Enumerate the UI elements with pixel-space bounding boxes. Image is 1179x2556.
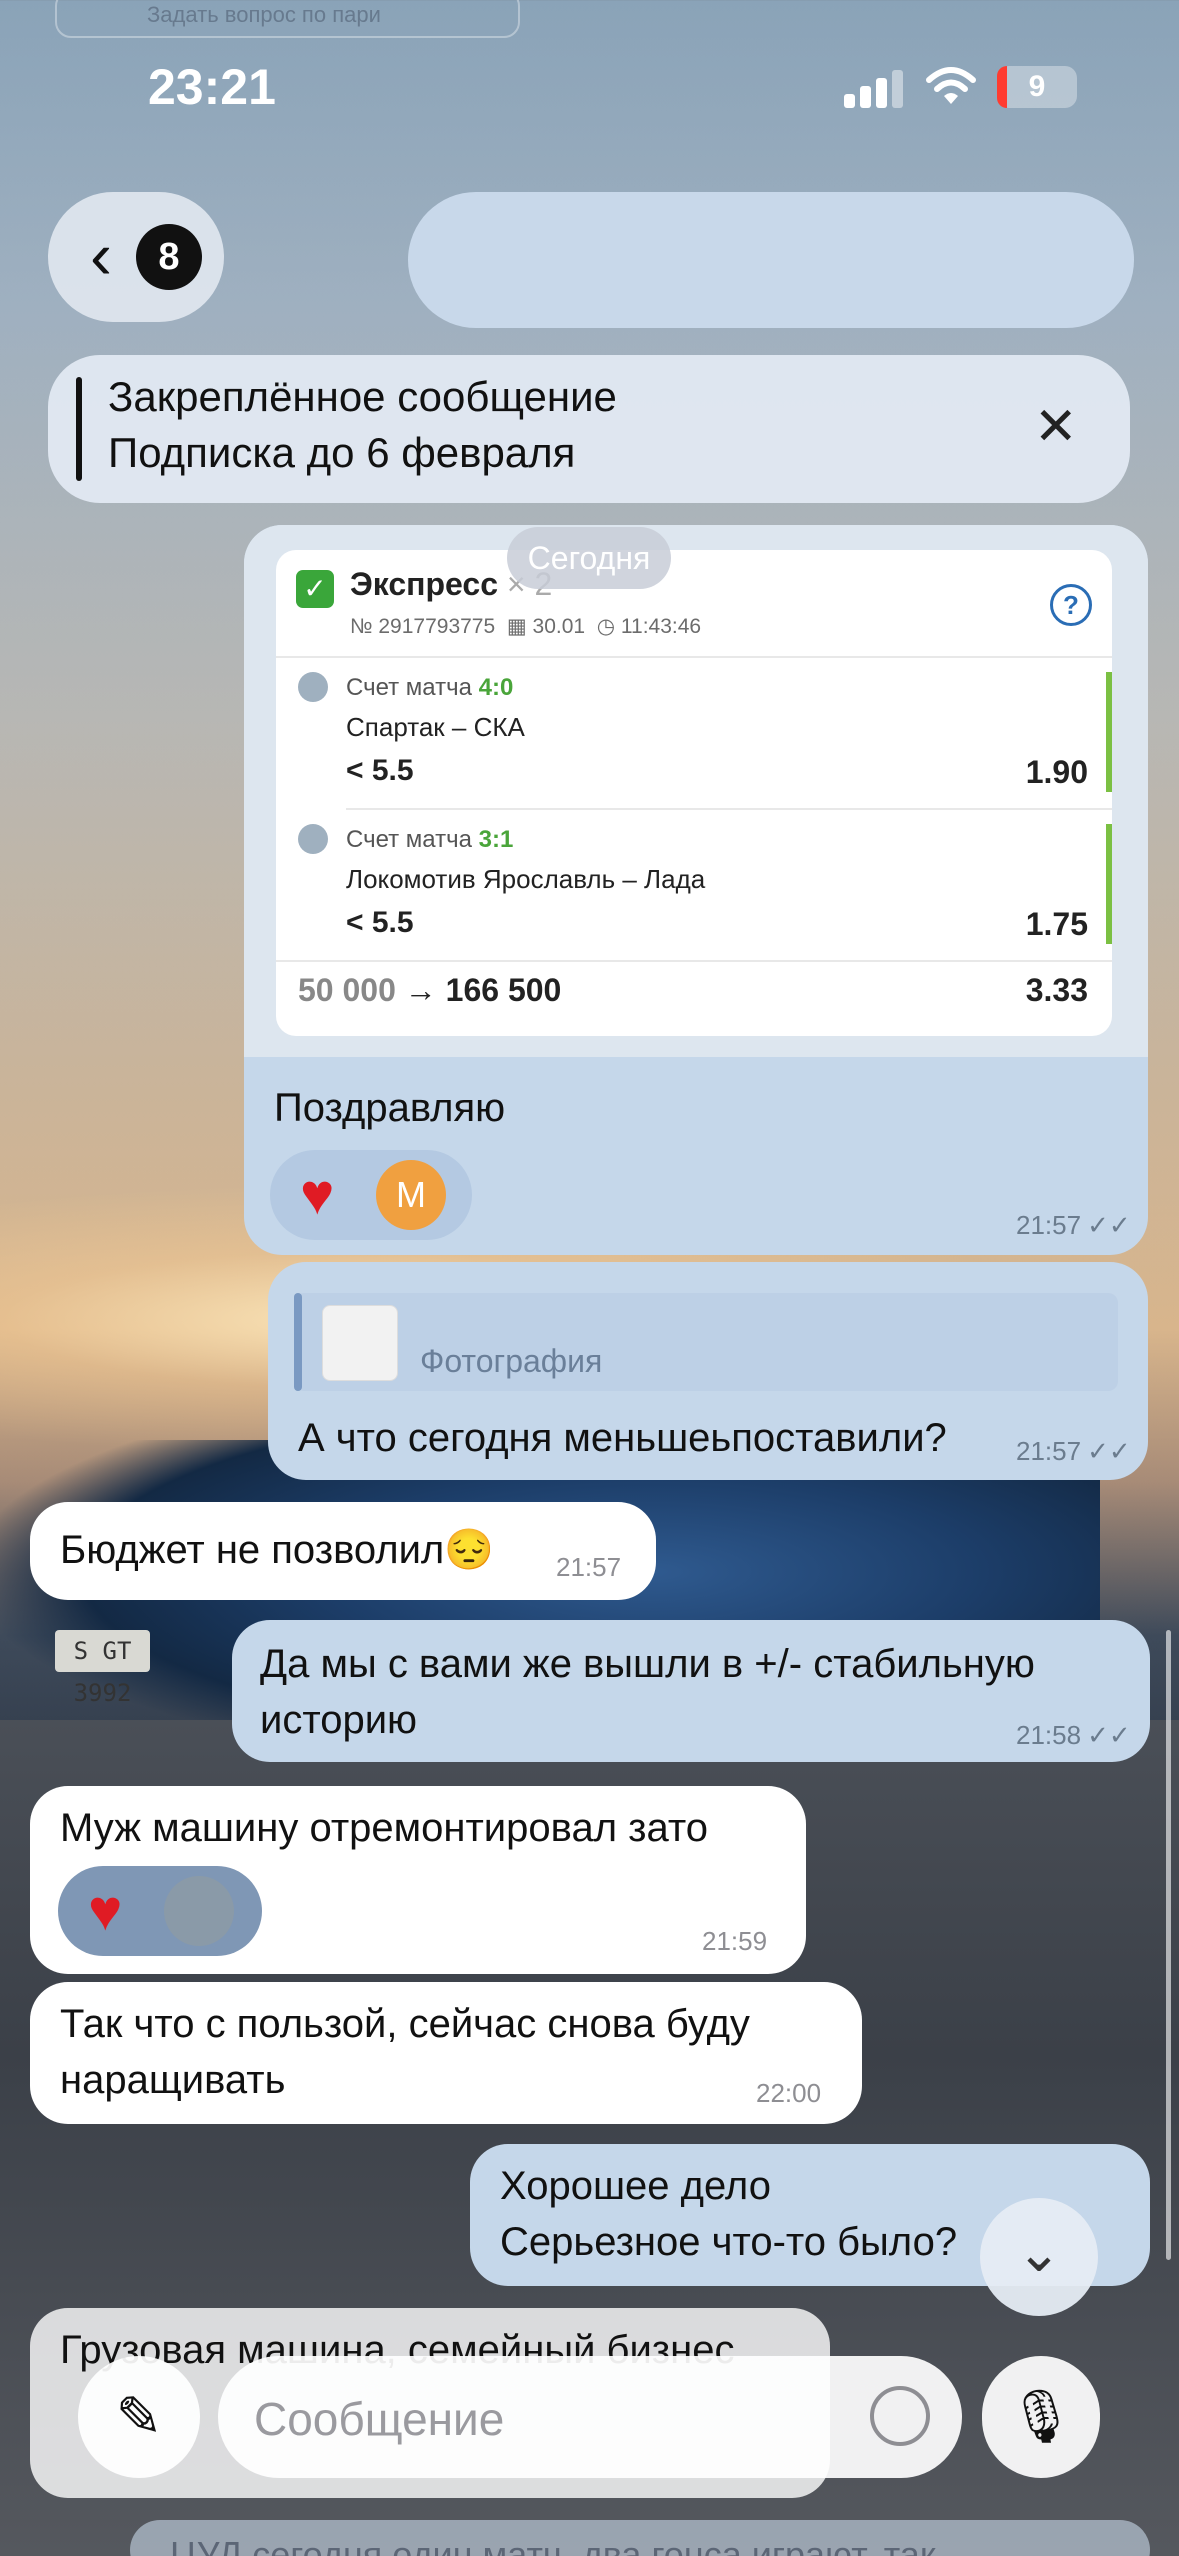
chevron-down-icon: ⌄ (1016, 2223, 1062, 2283)
message-text: Да мы с вами же вышли в +/- стабильную и… (260, 1642, 1035, 1742)
message-text: Муж машину отремонтировал зато (60, 1806, 708, 1850)
leg-win-bar (1106, 672, 1112, 792)
message-time: 21:58 ✓✓ (1016, 1720, 1131, 1750)
pinned-message[interactable]: Закреплённое сообщение Подписка до 6 фев… (48, 355, 1130, 503)
reply-label: Фотография (420, 1343, 603, 1379)
pinned-bar (76, 377, 82, 481)
date-chip: Сегодня (507, 527, 671, 589)
back-button[interactable]: ‹ 8 (48, 192, 224, 322)
check-icon: ✓ (296, 570, 334, 608)
unread-count-badge: 8 (136, 224, 202, 290)
reactions[interactable]: ♥ (58, 1866, 262, 1956)
ghost-bottom-text: ЦУД сегодня один матч, два гонса играют,… (130, 2520, 1150, 2556)
mic-button[interactable]: 🎙 (982, 2356, 1100, 2478)
message-time: 21:57 ✓✓ (1016, 1436, 1131, 1466)
signal-icon (844, 68, 904, 108)
battery-icon: 9 (997, 66, 1077, 108)
bet-slip-image[interactable]: ✓ Экспресс × 2 № 2917793775 ▦ 30.01 ◷ 11… (276, 550, 1112, 1036)
leg-odd: 1.75 (1025, 906, 1088, 942)
reply-quote[interactable]: Фотография (294, 1293, 1118, 1391)
message-text: Хорошее дело (500, 2164, 771, 2208)
reply-thumbnail (322, 1305, 398, 1381)
leg-odd: 1.90 (1025, 754, 1088, 790)
background-plate: S GT 3992 (55, 1630, 150, 1707)
input-placeholder: Сообщение (254, 2393, 505, 2445)
status-time: 23:21 (148, 59, 276, 115)
message-text: Серьезное что-то было? (500, 2220, 958, 2264)
hockey-icon (298, 824, 328, 854)
heart-icon: ♥ (88, 1878, 123, 1943)
slip-meta: № 2917793775 ▦ 30.01 ◷ 11:43:46 (350, 615, 702, 638)
leg-match: Локомотив Ярославль – Лада (346, 864, 706, 894)
sticker-icon[interactable] (870, 2386, 930, 2446)
scroll-down-button[interactable]: ⌄ (980, 2198, 1098, 2316)
microphone-icon: 🎙 (1007, 2388, 1074, 2446)
battery-level: 9 (1028, 70, 1046, 103)
hockey-icon (298, 672, 328, 702)
attach-button[interactable]: ✎ (78, 2356, 200, 2478)
message-text: Поздравляю (274, 1086, 506, 1130)
leg-score: Счет матча 4:0 (346, 674, 514, 701)
message-text: А что сегодня меньшеьпоставили? (298, 1416, 947, 1460)
avatar (164, 1876, 234, 1946)
message-input[interactable]: Сообщение (218, 2356, 962, 2478)
message-time: 22:00 (756, 2078, 822, 2108)
close-icon[interactable]: ✕ (1034, 401, 1078, 453)
scrollbar[interactable] (1166, 1630, 1171, 2260)
heart-icon: ♥ (300, 1162, 335, 1227)
status-bar: 23:21 9 (0, 0, 1179, 150)
message-time: 21:57 ✓✓ (1016, 1210, 1131, 1240)
leg-total: < 5.5 (346, 754, 414, 787)
chevron-left-icon: ‹ (90, 218, 112, 292)
pinned-text: Подписка до 6 февраля (108, 429, 576, 476)
message-text: Так что с пользой, сейчас снова буду нар… (60, 2002, 750, 2102)
total-odd: 3.33 (1025, 972, 1088, 1008)
leg-score: Счет матча 3:1 (346, 826, 514, 853)
reactions[interactable]: ♥ М (270, 1150, 472, 1240)
message-time: 21:57 (556, 1552, 622, 1582)
help-icon[interactable]: ? (1050, 584, 1092, 626)
message-text: Бюджет не позволил😔 (60, 1528, 495, 1572)
chat-title-pill[interactable] (408, 192, 1134, 328)
avatar: М (376, 1160, 446, 1230)
pinned-title: Закреплённое сообщение (108, 373, 617, 420)
wifi-icon (926, 67, 976, 104)
message-time: 21:59 (702, 1926, 768, 1956)
stake-payout: 50 000 → 166 500 (298, 972, 562, 1008)
leg-win-bar (1106, 824, 1112, 944)
leg-total: < 5.5 (346, 906, 414, 939)
paperclip-icon: ✎ (115, 2385, 163, 2448)
leg-match: Спартак – СКА (346, 712, 525, 742)
